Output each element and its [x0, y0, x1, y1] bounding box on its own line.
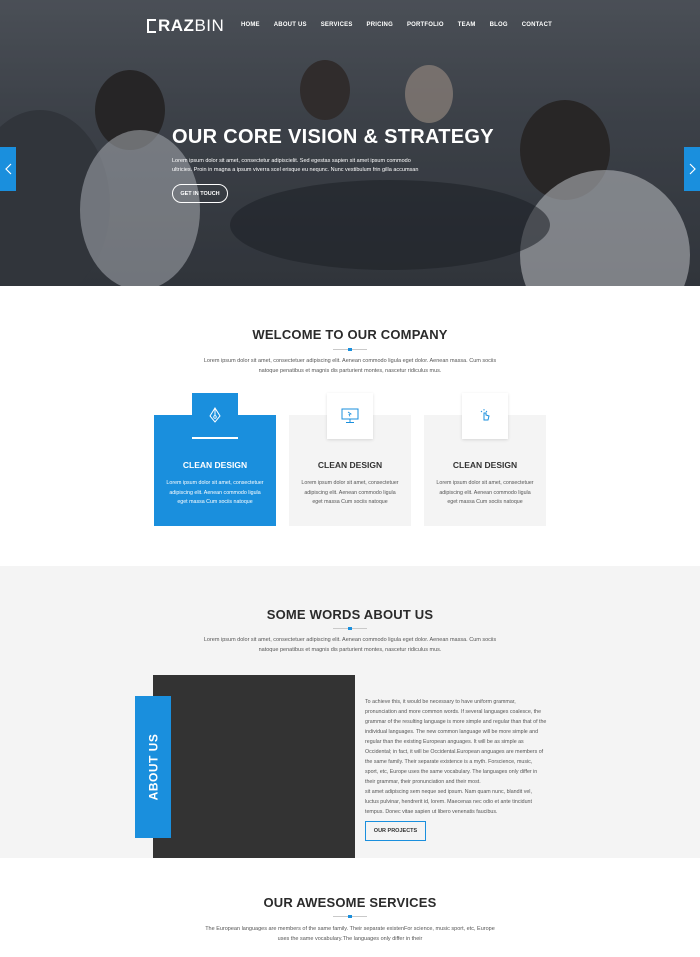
feature-text: Lorem ipsum dolor sit amet, consectetuer…	[301, 480, 399, 505]
feature-text: Lorem ipsum dolor sit amet, consectetuer…	[166, 480, 264, 505]
welcome-title: WELCOME TO OUR COMPANY	[252, 327, 448, 342]
services-separator	[333, 915, 367, 918]
welcome-subtitle: Lorem ipsum dolor sit amet, consectetuer…	[203, 358, 497, 374]
feature-icon-box	[462, 393, 508, 439]
site-logo[interactable]: RAZ BIN	[147, 16, 224, 36]
about-us-tab: ABOUT US	[135, 696, 171, 838]
services-title: OUR AWESOME SERVICES	[263, 895, 437, 910]
about-image-box	[153, 675, 355, 858]
nav-item-home[interactable]: HOME	[241, 22, 260, 28]
about-paragraph-1: To achieve this, it would be necessary t…	[365, 699, 547, 785]
feature-card[interactable]: CLEAN DESIGN Lorem ipsum dolor sit amet,…	[289, 393, 411, 526]
main-nav: HOME ABOUT US SERVICES PRICING PORTFOLIO…	[241, 22, 552, 28]
nav-item-contact[interactable]: CONTACT	[522, 22, 552, 28]
about-paragraph-2: sit amet adipiscing sem neque sed ipsum.…	[365, 789, 532, 815]
touch-hand-icon	[480, 409, 490, 421]
hero-slider: RAZ BIN HOME ABOUT US SERVICES PRICING PO…	[0, 0, 700, 286]
nav-item-blog[interactable]: BLOG	[490, 22, 508, 28]
our-projects-button[interactable]: OUR PROJECTS	[365, 821, 426, 841]
nav-item-portfolio[interactable]: PORTFOLIO	[407, 22, 444, 28]
nav-item-services[interactable]: SERVICES	[321, 22, 353, 28]
about-separator	[333, 627, 367, 630]
chevron-right-icon	[689, 163, 696, 175]
feature-text: Lorem ipsum dolor sit amet, consectetuer…	[436, 480, 534, 505]
nav-item-team[interactable]: TEAM	[458, 22, 476, 28]
feature-icon-box	[327, 393, 373, 439]
slider-next-button[interactable]	[684, 147, 700, 191]
services-subtitle: The European languages are members of th…	[205, 926, 495, 942]
logo-mark-icon	[147, 19, 156, 33]
nav-item-pricing[interactable]: PRICING	[367, 22, 393, 28]
feature-card[interactable]: CLEAN DESIGN Lorem ipsum dolor sit amet,…	[424, 393, 546, 526]
about-subtitle: Lorem ipsum dolor sit amet, consectetuer…	[203, 637, 497, 653]
about-title: SOME WORDS ABOUT US	[266, 607, 434, 622]
logo-text-bold: RAZ	[158, 16, 195, 35]
feature-title: CLEAN DESIGN	[317, 460, 383, 470]
welcome-separator	[333, 348, 367, 351]
chevron-left-icon	[4, 163, 11, 175]
feature-icon-box	[192, 393, 238, 439]
logo-text-light: BIN	[194, 16, 225, 35]
feature-card[interactable]: CLEAN DESIGN Lorem ipsum dolor sit amet,…	[154, 393, 276, 526]
nav-item-about-us[interactable]: ABOUT US	[274, 22, 307, 28]
hero-text: Lorem ipsum dolor sit amet, consectetur …	[172, 158, 419, 173]
feature-title: CLEAN DESIGN	[182, 460, 248, 470]
hero-title: OUR CORE VISION & STRATEGY	[172, 126, 494, 148]
get-in-touch-button[interactable]: GET IN TOUCH	[172, 184, 228, 203]
feature-title: CLEAN DESIGN	[452, 460, 518, 470]
pen-nib-icon	[209, 407, 221, 423]
slider-prev-button[interactable]	[0, 147, 16, 191]
about-us-tab-label: ABOUT US	[146, 733, 161, 801]
monitor-icon	[341, 408, 359, 423]
